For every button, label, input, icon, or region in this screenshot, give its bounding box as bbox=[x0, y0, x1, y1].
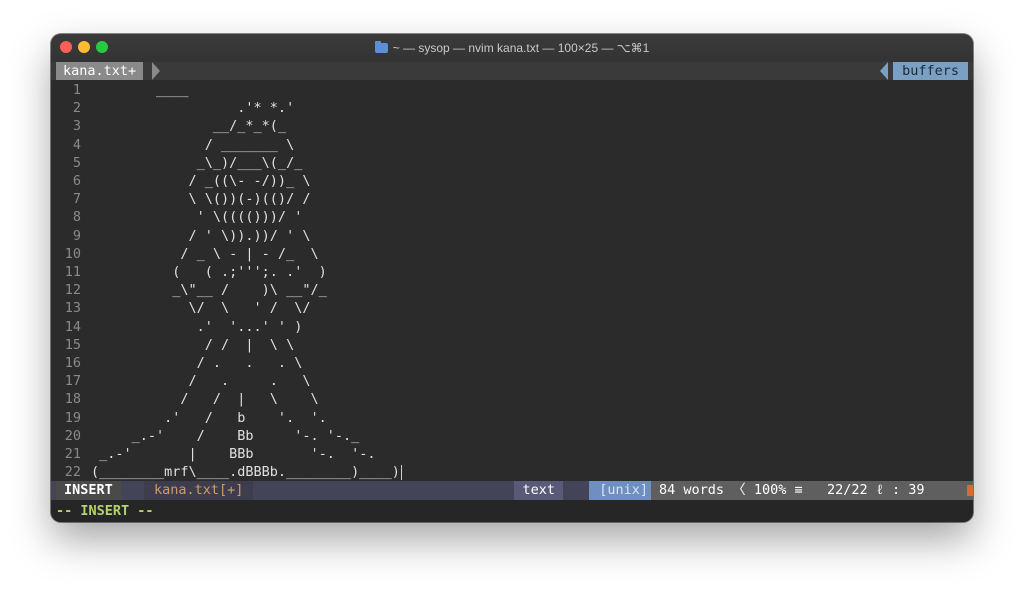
line-text: (________mrf\____.dBBBb.________)____) bbox=[91, 464, 400, 481]
line-number: 6 bbox=[72, 173, 81, 189]
line-text: .' '...' ' ) bbox=[91, 318, 303, 335]
line-number: 13 bbox=[64, 300, 81, 317]
status-end-marker bbox=[967, 485, 973, 496]
line-text: _\_)/___\(_/_ bbox=[91, 154, 303, 171]
line-number: 22 bbox=[64, 464, 81, 481]
editor-line[interactable]: 18 / / | \ \ bbox=[51, 390, 973, 408]
line-text: ____ bbox=[91, 82, 189, 98]
line-text: _.-' / Bb '-. '-._ bbox=[91, 427, 360, 444]
line-text: / _______ \ bbox=[91, 136, 295, 153]
editor-line[interactable]: 12 _\"__ / )\ __"/_ bbox=[51, 281, 973, 299]
line-number: 11 bbox=[64, 264, 81, 280]
line-number: 20 bbox=[64, 427, 81, 444]
line-number: 8 bbox=[72, 209, 81, 226]
line-number: 5 bbox=[72, 154, 81, 171]
editor-line[interactable]: 10 / _ \ - | - /_ \ bbox=[51, 245, 973, 263]
menu-lines-icon: ≡ bbox=[794, 482, 803, 498]
line-text: \ \())(-)(()/ / bbox=[91, 191, 311, 208]
line-number: 9 bbox=[72, 227, 81, 244]
status-info: 84 words 〈 100% ≡ 22/22 ℓ : 39 bbox=[651, 481, 973, 500]
tab-kana-txt[interactable]: kana.txt+ bbox=[56, 62, 144, 80]
line-number: 4 bbox=[72, 136, 81, 153]
status-fileformat: [unix] bbox=[589, 481, 658, 500]
vim-statusline: INSERT kana.txt[+] text [unix] 84 words … bbox=[51, 481, 973, 500]
insert-mode-message: -- INSERT -- bbox=[56, 503, 154, 519]
editor-line[interactable]: 19 .' / b '. '. bbox=[51, 409, 973, 427]
chevron-left-icon: 〈 bbox=[732, 482, 746, 498]
line-text: / ' \)).))/ ' \ bbox=[91, 227, 311, 244]
editor-line[interactable]: 4 / _______ \ bbox=[51, 136, 973, 154]
window-title: ~ — sysop — nvim kana.txt — 100×25 — ⌥⌘1 bbox=[392, 41, 650, 55]
editor-line[interactable]: 3 __/_*_*(_ bbox=[51, 117, 973, 135]
line-text: \/ \ ' / \/ bbox=[91, 300, 311, 317]
editor-line[interactable]: 9 / ' \)).))/ ' \ bbox=[51, 227, 973, 245]
editor-line[interactable]: 1 ____ bbox=[51, 81, 973, 99]
editor-line[interactable]: 11 ( ( .;''';. .' ) bbox=[51, 263, 973, 281]
line-number: 3 bbox=[72, 118, 81, 135]
editor-line[interactable]: 15 / / | \ \ bbox=[51, 336, 973, 354]
line-text: / _ \ - | - /_ \ bbox=[91, 245, 319, 262]
status-position: 22/22 bbox=[827, 482, 868, 498]
line-number: 16 bbox=[64, 355, 81, 371]
editor-line[interactable]: 2 .'* *.' bbox=[51, 99, 973, 117]
vim-tabline: kana.txt+ buffers bbox=[51, 62, 973, 80]
editor-line[interactable]: 22 (________mrf\____.dBBBb.________)____) bbox=[51, 463, 973, 481]
editor-line[interactable]: 14 .' '...' ' ) bbox=[51, 318, 973, 336]
line-text: _.-' | BBb '-. '-. bbox=[91, 446, 376, 462]
editor-line[interactable]: 8 ' \(((()))/ ' bbox=[51, 208, 973, 226]
editor-line[interactable]: 13 \/ \ ' / \/ bbox=[51, 299, 973, 317]
line-number: 19 bbox=[64, 409, 81, 426]
line-text: / _((\- -/))_ \ bbox=[91, 173, 311, 189]
line-text: .' / b '. '. bbox=[91, 409, 327, 426]
line-number-icon: ℓ bbox=[875, 482, 884, 498]
line-text: __/_*_*(_ bbox=[91, 118, 287, 135]
line-number: 17 bbox=[64, 373, 81, 390]
window-title-area: ~ — sysop — nvim kana.txt — 100×25 — ⌥⌘1 bbox=[51, 34, 973, 62]
terminal-window: ~ — sysop — nvim kana.txt — 100×25 — ⌥⌘1… bbox=[51, 34, 973, 522]
line-number: 2 bbox=[72, 100, 81, 117]
line-text: / / | \ \ bbox=[91, 336, 295, 353]
editor-line[interactable]: 5 _\_)/___\(_/_ bbox=[51, 154, 973, 172]
line-number: 21 bbox=[64, 446, 81, 462]
line-text: / / | \ \ bbox=[91, 391, 319, 408]
status-filename: kana.txt[+] bbox=[144, 481, 254, 500]
status-filetype: text bbox=[514, 481, 563, 500]
editor-line[interactable]: 17 / . . \ bbox=[51, 372, 973, 390]
line-text: / . . \ bbox=[91, 373, 311, 390]
line-text: / . . . \ bbox=[91, 355, 303, 371]
line-number: 18 bbox=[64, 391, 81, 408]
line-number: 1 bbox=[72, 82, 81, 98]
buffers-separator-icon bbox=[880, 62, 888, 80]
tab-separator-icon bbox=[152, 62, 160, 80]
editor-line[interactable]: 20 _.-' / Bb '-. '-._ bbox=[51, 427, 973, 445]
line-text: .'* *.' bbox=[91, 100, 295, 117]
line-number: 15 bbox=[64, 336, 81, 353]
editor-line[interactable]: 16 / . . . \ bbox=[51, 354, 973, 372]
editor-line[interactable]: 6 / _((\- -/))_ \ bbox=[51, 172, 973, 190]
line-text: ( ( .;''';. .' ) bbox=[91, 264, 327, 280]
mode-indicator: INSERT bbox=[56, 481, 121, 500]
command-line[interactable]: -- INSERT -- bbox=[51, 500, 973, 522]
status-column: 39 bbox=[908, 482, 925, 498]
title-bar: ~ — sysop — nvim kana.txt — 100×25 — ⌥⌘1 bbox=[51, 34, 973, 63]
line-text: ' \(((()))/ ' bbox=[91, 209, 303, 226]
editor-buffer[interactable]: 1 ____ 2 .'* *.' 3 __/_*_*(_ 4 / _______ \ 5… bbox=[51, 81, 973, 481]
text-cursor bbox=[401, 465, 402, 481]
line-number: 14 bbox=[64, 318, 81, 335]
line-number: 10 bbox=[64, 245, 81, 262]
editor-line[interactable]: 7 \ \())(-)(()/ / bbox=[51, 190, 973, 208]
line-number: 7 bbox=[72, 191, 81, 208]
line-number: 12 bbox=[64, 282, 81, 299]
status-word-count: 84 words bbox=[659, 482, 725, 498]
status-percent: 100% bbox=[753, 482, 787, 498]
editor-line[interactable]: 21 _.-' | BBb '-. '-. bbox=[51, 445, 973, 463]
buffers-label[interactable]: buffers bbox=[893, 62, 968, 80]
line-text: _\"__ / )\ __"/_ bbox=[91, 282, 327, 299]
folder-icon bbox=[374, 41, 388, 53]
